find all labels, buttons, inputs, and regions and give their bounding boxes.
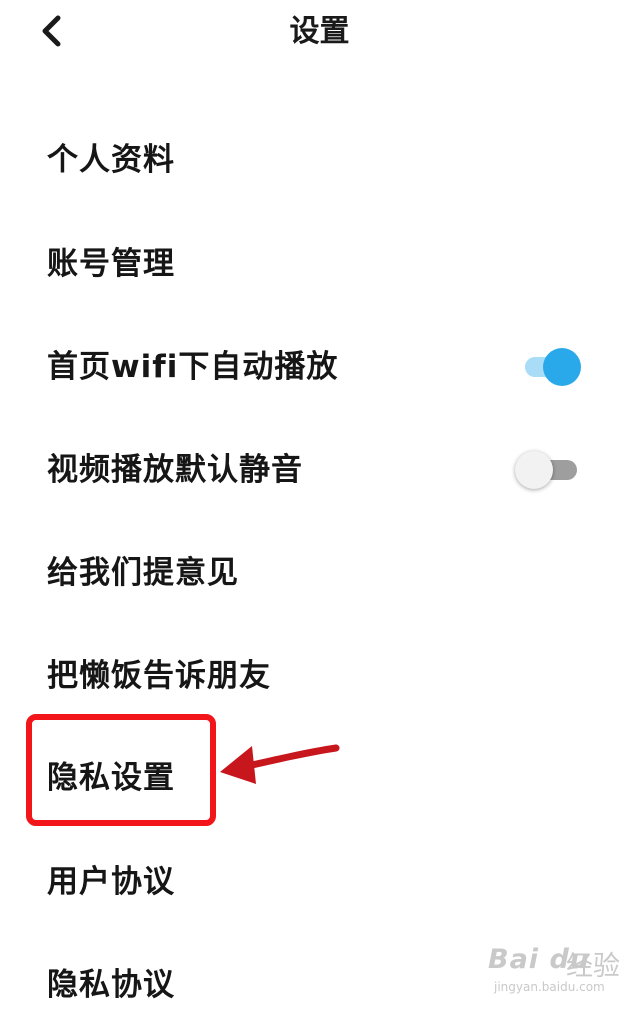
settings-item-profile[interactable]: 个人资料 (0, 122, 639, 198)
settings-item-share[interactable]: 把懒饭告诉朋友 (0, 638, 639, 714)
settings-item-label: 把懒饭告诉朋友 (47, 658, 271, 694)
watermark: Bai du 经验 jingyan.baidu.com (488, 944, 628, 1004)
settings-item-wifi-autoplay: 首页wifi下自动播放 (0, 329, 639, 405)
settings-item-label: 用户协议 (47, 864, 175, 900)
settings-item-label: 隐私协议 (47, 967, 175, 1003)
video-mute-toggle[interactable] (515, 451, 581, 489)
highlight-box (26, 714, 216, 826)
top-bar: 设置 (0, 0, 639, 66)
settings-item-label: 给我们提意见 (47, 555, 239, 591)
watermark-sub: 经验 (566, 951, 620, 982)
settings-item-label: 首页wifi下自动播放 (47, 349, 339, 385)
page-title: 设置 (289, 14, 350, 49)
settings-item-label: 账号管理 (47, 246, 175, 282)
toggle-knob (515, 451, 553, 489)
settings-item-label: 个人资料 (47, 142, 175, 178)
watermark-url: jingyan.baidu.com (494, 980, 605, 994)
toggle-knob (543, 348, 581, 386)
wifi-autoplay-toggle[interactable] (521, 348, 581, 386)
settings-item-feedback[interactable]: 给我们提意见 (0, 535, 639, 611)
settings-item-label: 视频播放默认静音 (47, 452, 303, 488)
annotation-arrow-icon (220, 744, 340, 784)
settings-item-user-agreement[interactable]: 用户协议 (0, 844, 639, 920)
settings-item-account[interactable]: 账号管理 (0, 226, 639, 302)
settings-item-video-mute: 视频播放默认静音 (0, 432, 639, 508)
